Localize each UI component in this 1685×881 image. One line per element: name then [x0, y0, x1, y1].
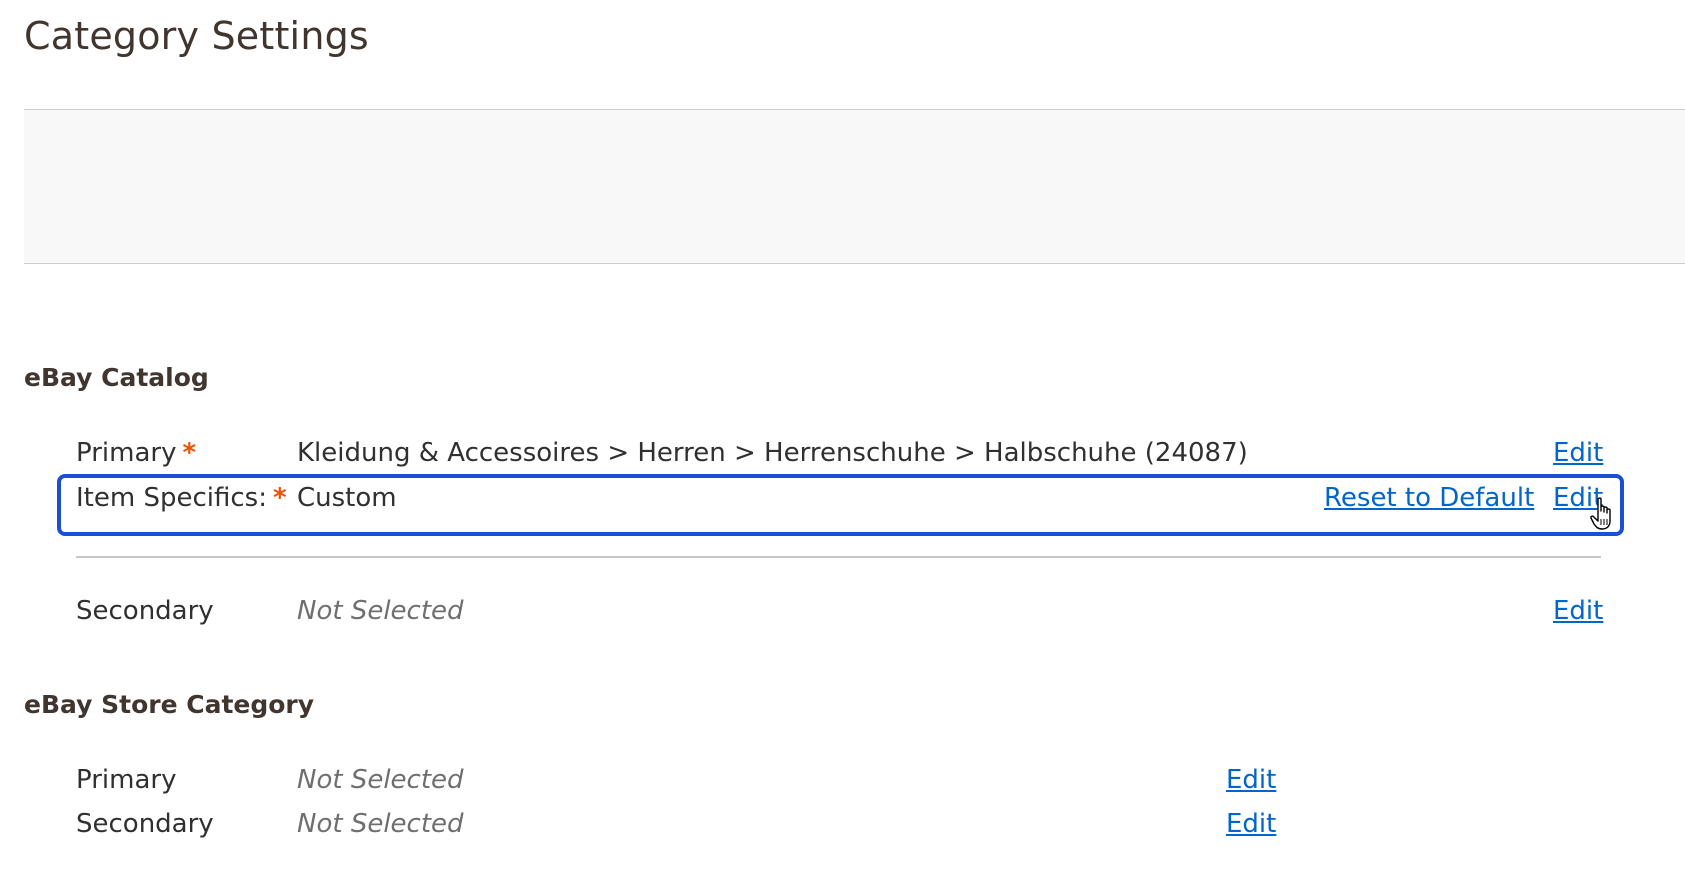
store-primary-value: Not Selected	[297, 765, 464, 795]
store-secondary-edit-link[interactable]: Edit	[1226, 807, 1276, 841]
catalog-primary-label-text: Primary	[76, 438, 177, 468]
catalog-primary-label: Primary *	[76, 436, 196, 470]
store-primary-label: Primary	[76, 765, 177, 795]
info-panel	[24, 109, 1685, 264]
item-specifics-label-text: Item Specifics:	[76, 483, 267, 513]
catalog-secondary-edit-link[interactable]: Edit	[1553, 594, 1603, 628]
store-primary-edit-link[interactable]: Edit	[1226, 763, 1276, 797]
catalog-secondary-label: Secondary	[76, 596, 214, 626]
section-title-ebay-store-category: eBay Store Category	[24, 690, 315, 719]
store-secondary-value: Not Selected	[297, 809, 464, 839]
required-asterisk: *	[182, 438, 197, 468]
store-secondary-label: Secondary	[76, 809, 214, 839]
item-specifics-label: Item Specifics: *	[76, 481, 287, 515]
divider	[76, 556, 1601, 558]
section-title-ebay-catalog: eBay Catalog	[24, 363, 209, 392]
catalog-primary-edit-link[interactable]: Edit	[1553, 436, 1603, 470]
hand-pointer-cursor-icon	[1590, 497, 1611, 530]
catalog-secondary-value: Not Selected	[297, 596, 464, 626]
page-title: Category Settings	[24, 14, 369, 58]
required-asterisk: *	[272, 483, 287, 513]
item-specifics-value: Custom	[297, 483, 397, 513]
catalog-primary-value: Kleidung & Accessoires > Herren > Herren…	[297, 438, 1248, 468]
reset-to-default-link[interactable]: Reset to Default	[1324, 481, 1534, 515]
